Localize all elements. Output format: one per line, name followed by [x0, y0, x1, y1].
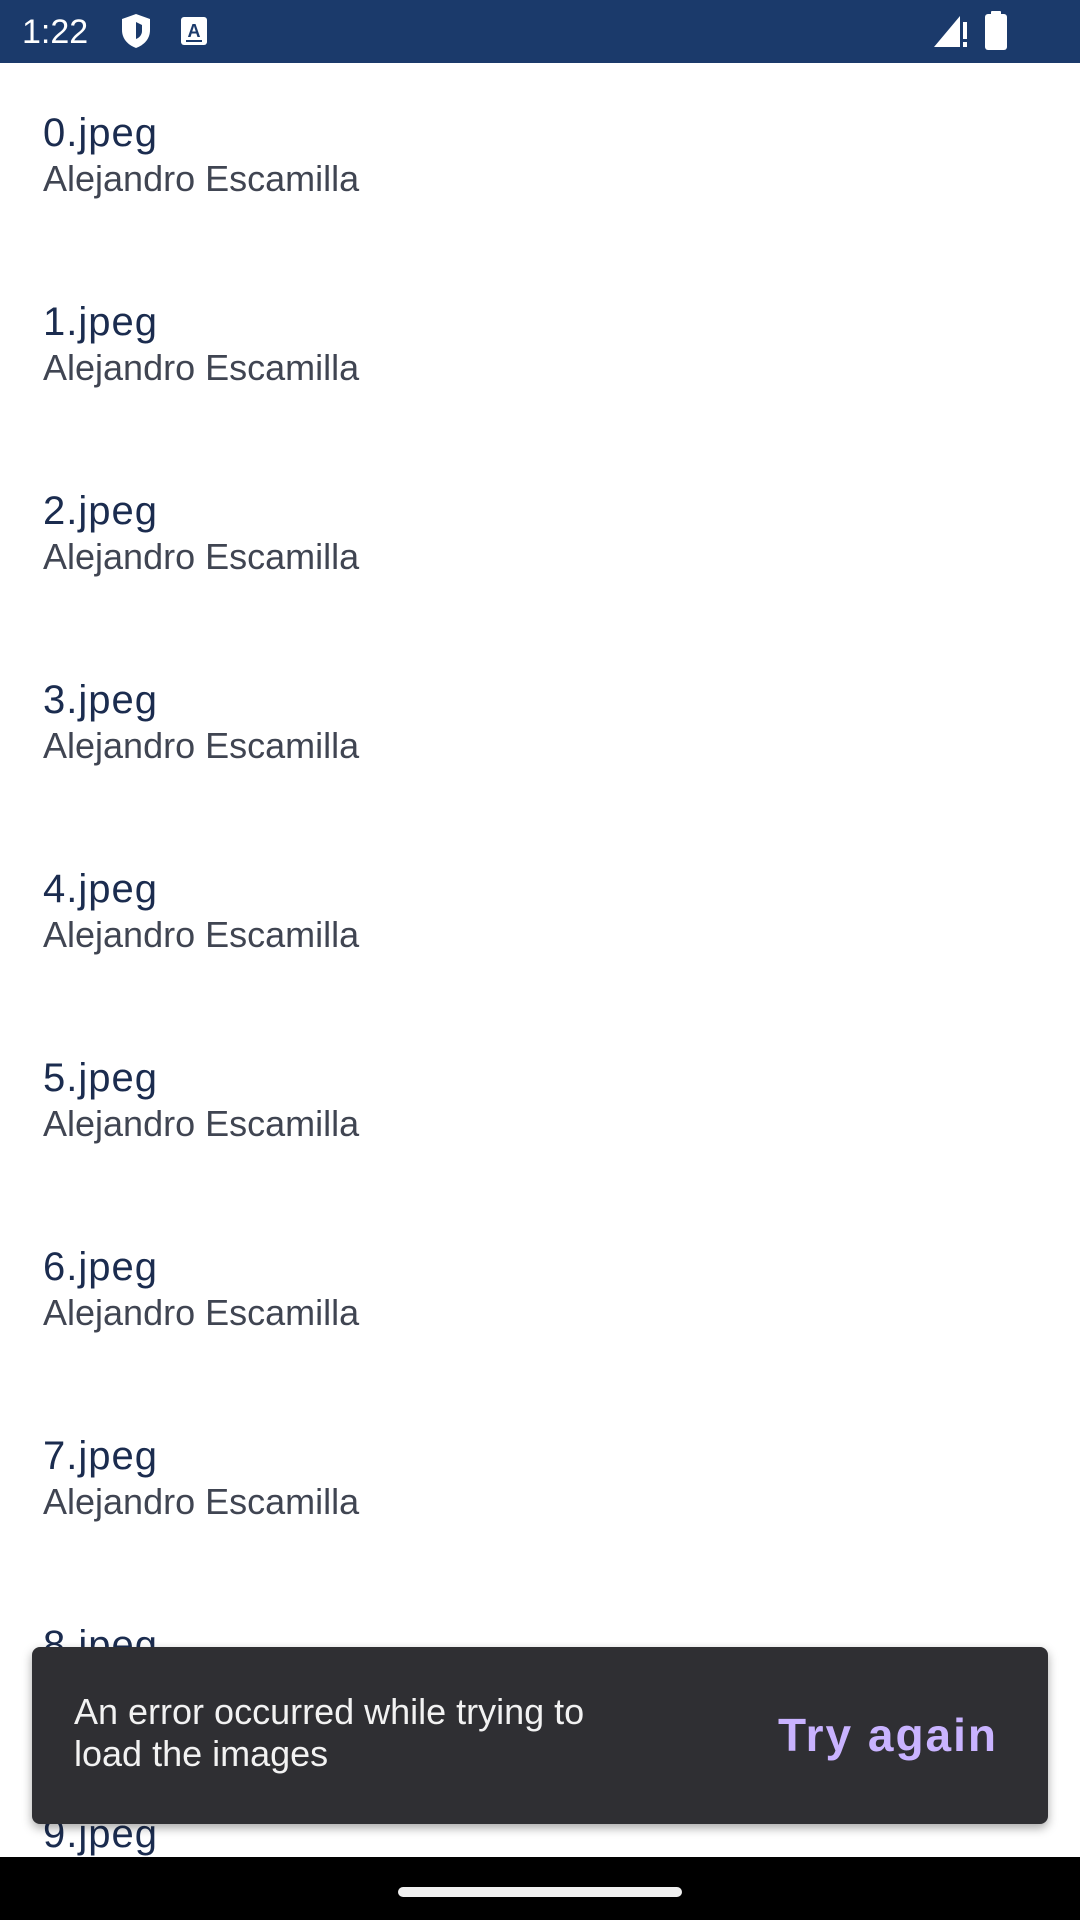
list-item[interactable]: 3.jpeg Alejandro Escamilla: [0, 630, 1080, 819]
shield-icon: [122, 14, 150, 48]
list-item[interactable]: 1.jpeg Alejandro Escamilla: [0, 252, 1080, 441]
battery-icon: [985, 11, 1007, 50]
item-title: 6.jpeg: [43, 1245, 158, 1289]
list-item[interactable]: 0.jpeg Alejandro Escamilla: [0, 63, 1080, 252]
item-title: 5.jpeg: [43, 1056, 158, 1100]
snackbar-message: An error occurred while trying to load t…: [74, 1691, 585, 1774]
item-title: 1.jpeg: [43, 300, 158, 344]
navigation-bar: [0, 1857, 1080, 1920]
error-snackbar: An error occurred while trying to load t…: [32, 1647, 1048, 1824]
item-title: 3.jpeg: [43, 678, 158, 722]
item-author: Alejandro Escamilla: [43, 1481, 360, 1522]
home-gesture-handle[interactable]: [398, 1887, 682, 1897]
status-time: 1:22: [22, 13, 89, 51]
item-title: 7.jpeg: [43, 1434, 158, 1478]
item-author: Alejandro Escamilla: [43, 158, 360, 199]
item-author: Alejandro Escamilla: [43, 347, 360, 388]
image-list[interactable]: 0.jpeg Alejandro Escamilla 1.jpeg Alejan…: [0, 63, 1080, 1857]
item-title: 2.jpeg: [43, 489, 158, 533]
item-title: 0.jpeg: [43, 111, 158, 155]
item-title: 4.jpeg: [43, 867, 158, 911]
list-item[interactable]: 4.jpeg Alejandro Escamilla: [0, 819, 1080, 1008]
status-bar: 1:22 A: [0, 0, 1080, 63]
try-again-button[interactable]: Try again: [778, 1707, 998, 1763]
list-item[interactable]: 7.jpeg Alejandro Escamilla: [0, 1386, 1080, 1575]
item-author: Alejandro Escamilla: [43, 914, 360, 955]
item-author: Alejandro Escamilla: [43, 1103, 360, 1144]
keyboard-a-icon: A: [181, 17, 207, 45]
signal-icon: [934, 16, 967, 47]
list-item[interactable]: 6.jpeg Alejandro Escamilla: [0, 1197, 1080, 1386]
list-item[interactable]: 2.jpeg Alejandro Escamilla: [0, 441, 1080, 630]
item-author: Alejandro Escamilla: [43, 1292, 360, 1333]
item-author: Alejandro Escamilla: [43, 725, 360, 766]
item-author: Alejandro Escamilla: [43, 536, 360, 577]
list-item[interactable]: 5.jpeg Alejandro Escamilla: [0, 1008, 1080, 1197]
svg-text:A: A: [188, 21, 201, 41]
